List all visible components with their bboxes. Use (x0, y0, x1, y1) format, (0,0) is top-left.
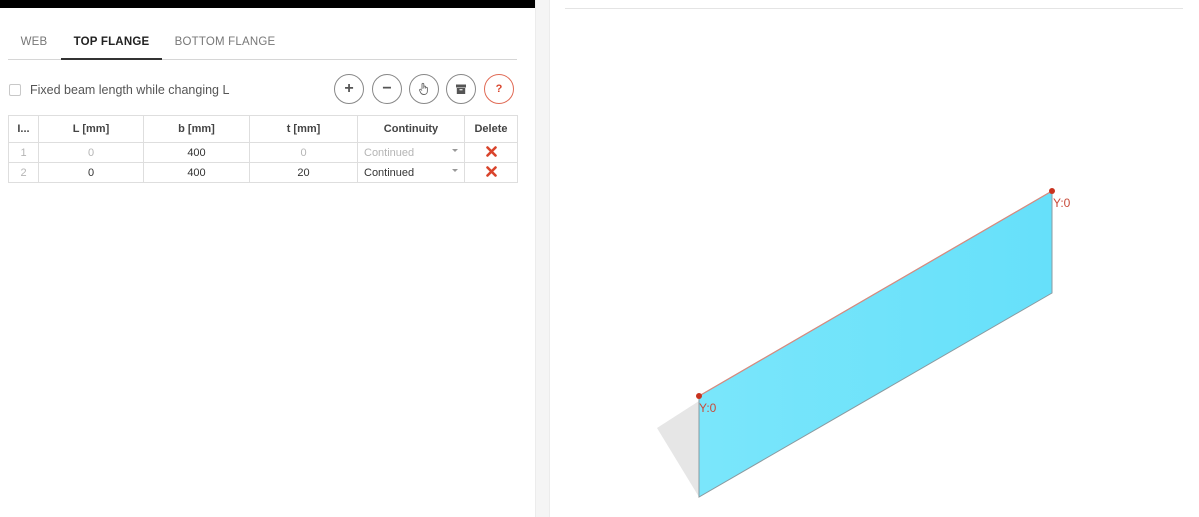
header-index: I... (8, 115, 39, 143)
cell-length[interactable]: 0 (38, 142, 144, 163)
chevron-down-icon (452, 169, 458, 172)
help-button[interactable]: ? (484, 74, 514, 104)
cell-index: 2 (8, 162, 39, 183)
table-row: 1 0 400 0 Continued (8, 142, 518, 163)
header-thickness: t [mm] (249, 115, 358, 143)
header-continuity: Continuity (357, 115, 465, 143)
tab-bar: WEB TOP FLANGE BOTTOM FLANGE (8, 28, 517, 60)
continuity-select[interactable]: Continued (357, 142, 465, 163)
cell-width[interactable]: 400 (143, 142, 250, 163)
header-delete: Delete (464, 115, 518, 143)
continuity-value: Continued (364, 166, 415, 179)
header-width: b [mm] (143, 115, 250, 143)
tab-bottom-flange[interactable]: BOTTOM FLANGE (166, 28, 284, 59)
delete-x-icon (485, 165, 497, 177)
plus-icon: + (344, 80, 354, 97)
top-bar (0, 0, 535, 8)
tab-web[interactable]: WEB (8, 28, 60, 59)
fixed-length-label: Fixed beam length while changing L (30, 83, 230, 97)
continuity-value: Continued (364, 146, 415, 159)
fixed-length-checkbox[interactable] (9, 84, 21, 96)
archive-icon (456, 84, 466, 94)
select-button[interactable] (409, 74, 439, 104)
panel-splitter[interactable] (535, 0, 550, 517)
table-header-row: I... L [mm] b [mm] t [mm] Continuity Del… (8, 115, 518, 143)
cell-width[interactable]: 400 (143, 162, 250, 183)
archive-button[interactable] (446, 74, 476, 104)
delete-row-button[interactable] (464, 162, 518, 183)
minus-icon: − (382, 80, 392, 97)
continuity-select[interactable]: Continued (357, 162, 465, 183)
viewport-top-border (565, 8, 1183, 9)
table-row: 2 0 400 20 Continued (8, 162, 518, 183)
cell-index: 1 (8, 142, 39, 163)
delete-x-icon (485, 145, 497, 157)
left-panel: WEB TOP FLANGE BOTTOM FLANGE Fixed beam … (0, 0, 535, 517)
header-length: L [mm] (38, 115, 144, 143)
3d-viewport[interactable] (550, 0, 1199, 517)
delete-row-button[interactable] (464, 142, 518, 163)
remove-row-button[interactable]: − (372, 74, 402, 104)
chevron-down-icon (452, 149, 458, 152)
cell-thickness[interactable]: 20 (249, 162, 358, 183)
tab-top-flange[interactable]: TOP FLANGE (61, 28, 162, 60)
cell-thickness[interactable]: 0 (249, 142, 358, 163)
hand-pointer-icon (419, 82, 428, 95)
add-row-button[interactable]: + (334, 74, 364, 104)
toolbar: Fixed beam length while changing L + − ? (8, 72, 517, 108)
flange-table: I... L [mm] b [mm] t [mm] Continuity Del… (8, 115, 518, 183)
question-icon: ? (495, 82, 503, 95)
cell-length[interactable]: 0 (38, 162, 144, 183)
